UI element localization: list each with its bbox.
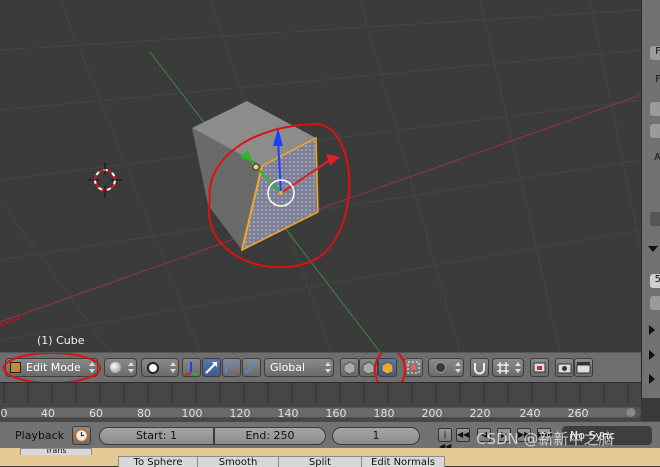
end-frame-field[interactable]: End: 250 bbox=[214, 427, 326, 445]
updown-icon bbox=[170, 362, 176, 373]
panel-expand-icon[interactable] bbox=[648, 246, 658, 252]
render-still-button[interactable] bbox=[555, 358, 574, 377]
keying-toggle[interactable] bbox=[72, 426, 91, 445]
scale-handle-icon bbox=[245, 362, 257, 374]
edge-select-button[interactable] bbox=[359, 358, 378, 377]
3d-view-header: Edit Mode Global bbox=[0, 352, 641, 383]
panel-field-2[interactable] bbox=[650, 102, 660, 116]
render-icon bbox=[533, 362, 546, 373]
snap-element-selector[interactable] bbox=[492, 358, 524, 377]
object-label: (1) Cube bbox=[37, 334, 85, 347]
panel-field-3[interactable] bbox=[650, 124, 660, 138]
tick-label: 60 bbox=[89, 407, 103, 420]
viewport-canvas[interactable] bbox=[0, 0, 641, 352]
updown-icon bbox=[455, 362, 461, 373]
pivot-point-selector[interactable] bbox=[141, 358, 179, 377]
mode-selector[interactable]: Edit Mode bbox=[5, 358, 98, 377]
panel-toggle[interactable] bbox=[650, 212, 660, 226]
tick-label: 40 bbox=[41, 407, 55, 420]
panel-field-4[interactable] bbox=[650, 296, 660, 310]
updown-icon bbox=[89, 362, 95, 373]
snap-toggle[interactable] bbox=[470, 358, 489, 377]
tick-label: 260 bbox=[567, 407, 589, 420]
viewport-shading-selector[interactable] bbox=[104, 358, 137, 377]
proportional-editing-icon bbox=[435, 362, 446, 373]
smooth-button[interactable]: Smooth bbox=[197, 456, 279, 467]
clock-icon bbox=[74, 428, 89, 443]
edit-mode-icon bbox=[10, 362, 21, 373]
magnet-icon bbox=[474, 363, 485, 375]
tick-label: 100 bbox=[181, 407, 203, 420]
panel-label-2: A bbox=[654, 152, 660, 163]
pivot-point-icon bbox=[147, 362, 159, 374]
viewport-shading-sphere-icon bbox=[110, 362, 121, 373]
tick-label: 220 bbox=[469, 407, 491, 420]
to-sphere-button[interactable]: To Sphere bbox=[118, 456, 198, 467]
properties-panel-edge[interactable]: F F A 5 bbox=[641, 0, 660, 398]
start-frame-field[interactable]: Start: 1 bbox=[99, 427, 214, 445]
tick-label: 160 bbox=[325, 407, 347, 420]
vertex-select-button[interactable] bbox=[340, 358, 359, 377]
tick-label: 120 bbox=[229, 407, 251, 420]
translate-manipulator-button[interactable] bbox=[202, 358, 221, 377]
scale-manipulator-button[interactable] bbox=[242, 358, 261, 377]
playback-menu[interactable]: Playback bbox=[15, 429, 64, 442]
face-select-button[interactable] bbox=[378, 358, 397, 377]
panel-label-1: F bbox=[655, 74, 660, 85]
camera-icon bbox=[557, 363, 572, 374]
mode-label: Edit Mode bbox=[26, 361, 81, 374]
panel-field-1[interactable]: F bbox=[650, 46, 660, 60]
current-frame-field[interactable]: 1 bbox=[332, 427, 420, 445]
updown-icon bbox=[515, 362, 521, 373]
panel-collapse-icon-1[interactable] bbox=[649, 325, 655, 335]
timeline-ruler[interactable]: 0 40 60 80 100 120 140 160 180 200 220 2… bbox=[0, 382, 641, 422]
annotation-dash bbox=[0, 317, 21, 326]
render-animation-button[interactable] bbox=[574, 358, 593, 377]
orientation-label: Global bbox=[270, 361, 306, 374]
translate-arrow-icon bbox=[205, 362, 217, 374]
manipulator-toggle[interactable] bbox=[182, 358, 201, 377]
transform-manipulator-icon bbox=[184, 362, 199, 376]
rotate-manipulator-button[interactable] bbox=[222, 358, 241, 377]
proportional-editing-selector[interactable] bbox=[428, 358, 464, 377]
updown-icon bbox=[325, 362, 331, 373]
edge-select-icon bbox=[362, 361, 375, 375]
limit-selection-button[interactable] bbox=[404, 358, 423, 377]
x-axis-line bbox=[0, 94, 641, 323]
edit-normals-button[interactable]: Edit Normals bbox=[361, 456, 445, 467]
panel-value-field[interactable]: 5 bbox=[650, 274, 660, 288]
tick-label: 200 bbox=[421, 407, 443, 420]
rotate-arc-icon bbox=[224, 360, 238, 374]
transform-orientation-selector[interactable]: Global bbox=[264, 358, 334, 377]
tick-label: 240 bbox=[519, 407, 541, 420]
jump-prev-key-button[interactable]: ◀◀ bbox=[456, 428, 470, 442]
clapper-icon bbox=[576, 362, 591, 374]
snap-grid-icon bbox=[497, 362, 509, 374]
updown-icon bbox=[128, 362, 134, 373]
tick-label: 140 bbox=[277, 407, 299, 420]
3d-viewport[interactable]: (1) Cube bbox=[0, 0, 641, 352]
tick-label: 180 bbox=[373, 407, 395, 420]
tick-label: 0 bbox=[0, 407, 8, 420]
watermark: CSDN @新新中之脑 bbox=[476, 430, 614, 448]
limit-selection-icon bbox=[407, 361, 420, 374]
opengl-render-button[interactable] bbox=[530, 358, 549, 377]
vertex-select-icon bbox=[343, 361, 356, 375]
trans-button[interactable]: Trans bbox=[20, 448, 92, 455]
split-button[interactable]: Split bbox=[278, 456, 362, 467]
face-select-icon bbox=[381, 361, 394, 375]
panel-collapse-icon-2[interactable] bbox=[649, 350, 655, 360]
tool-shelf-strip: Trans To Sphere Smooth Split Edit Normal… bbox=[0, 448, 660, 467]
tick-label: 80 bbox=[137, 407, 151, 420]
jump-start-button[interactable]: |◀◀ bbox=[438, 428, 452, 451]
panel-collapse-icon-3[interactable] bbox=[649, 374, 655, 384]
